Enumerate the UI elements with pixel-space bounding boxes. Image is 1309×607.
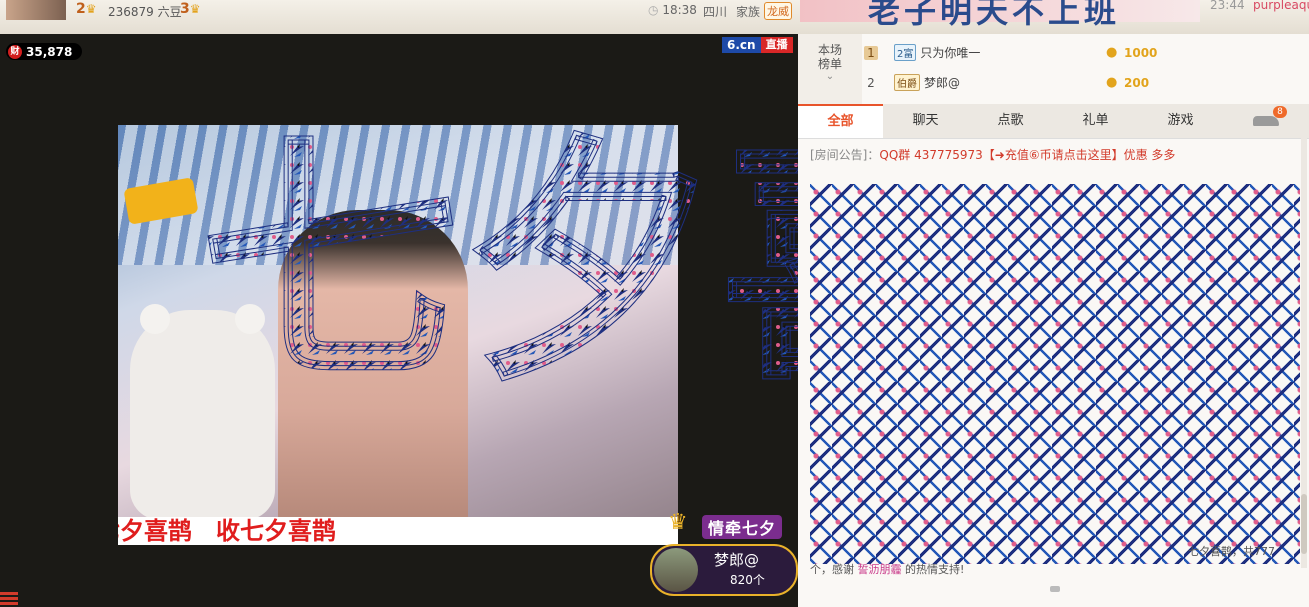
chevron-down-icon: ⌄ — [825, 71, 835, 82]
clock-icon: ◷ — [648, 3, 659, 17]
tab-song[interactable]: 点歌 — [968, 104, 1053, 138]
wealth-badge: 财 35,878 — [6, 43, 83, 60]
rank-tab-label-2: 榜单 — [817, 57, 842, 71]
rank-row[interactable]: 1 2富 只为你唯一 ● 1000 — [862, 38, 1309, 67]
chat-tabs: 全部 聊天 点歌 礼单 游戏 8 — [798, 104, 1309, 139]
tab-all[interactable]: 全部 — [798, 104, 883, 138]
brand-text: 6.cn — [722, 37, 761, 53]
tab-gift-list[interactable]: 礼单 — [1053, 104, 1138, 138]
thanks-suffix: 的热情支持! — [905, 563, 965, 576]
video-ticker: 七夕喜鹊 收七夕喜鹊 — [118, 517, 678, 545]
rank-row[interactable]: 2 伯爵 梦郎@ ● 200 — [862, 68, 1309, 97]
gift-panel: 梦郎@ 820个 — [650, 544, 798, 596]
coin-icon: ● — [1106, 45, 1118, 60]
gifter-avatar — [654, 548, 698, 592]
banner-text: 老子明天不上班 — [868, 0, 1121, 30]
rank-left: 2♛ — [76, 1, 97, 17]
beans-count: 236879 六豆 — [108, 5, 182, 19]
family-label: 家族 — [736, 5, 761, 19]
crown-icon: ♛ — [85, 2, 97, 16]
user-level-badge: 2富 — [894, 44, 917, 61]
rank-user-name: 只为你唯一 — [920, 46, 981, 60]
chat-clock: 23:44 — [1210, 0, 1245, 12]
rank-tab[interactable]: 本场 榜单 ⌄ — [798, 34, 862, 104]
rank-number: 1 — [864, 45, 878, 60]
wealth-icon: 财 — [8, 44, 22, 59]
anchor-avatar[interactable] — [6, 0, 66, 20]
brand-logo[interactable]: 6.cn 直播 — [722, 37, 793, 53]
user-level-badge: 伯爵 — [894, 74, 920, 91]
streamer — [278, 210, 468, 540]
family-badge[interactable]: 龙威 — [764, 2, 792, 20]
notice-text[interactable]: QQ群 437775973【➜充值⑥币请点击这里】优惠 多多 — [879, 148, 1175, 162]
rank-value: 1000 — [1124, 45, 1158, 60]
tab-games[interactable]: 游戏 — [1138, 104, 1223, 138]
thanks-part2: 个，感谢 誓沥朋霾 的热情支持! — [810, 560, 964, 580]
rank-value: 200 — [1124, 75, 1150, 90]
coin-icon: ● — [1106, 75, 1118, 90]
location: 四川 — [703, 5, 728, 19]
teddy-bear — [130, 304, 275, 520]
video-stage: 财 35,878 6.cn 直播 七夕喜鹊 收七夕喜鹊 七夕喜鹊 ♛ 1 情牵七… — [0, 34, 798, 607]
rank-right: 3♛ — [180, 1, 201, 17]
thanks-part1: 七夕喜鹊，共777 — [1188, 545, 1275, 558]
thanks-gifter[interactable]: 誓沥朋霾 — [858, 563, 902, 576]
tab-chat[interactable]: 聊天 — [883, 104, 968, 138]
gift-count: 820个 — [730, 573, 765, 587]
rank-user-name: 梦郎@ — [924, 76, 961, 90]
chat-username[interactable]: purpleaqu — [1253, 0, 1309, 12]
thanks-prefix: 个，感谢 — [810, 563, 854, 576]
live-time: ◷ 18:38 — [648, 3, 697, 17]
gifter-name: 梦郎@ — [714, 551, 760, 569]
chat-scroll-thumb[interactable] — [1301, 494, 1307, 554]
tab-car[interactable]: 8 — [1223, 104, 1308, 138]
crown-icon: ♛ — [189, 2, 201, 16]
resize-handle[interactable] — [1050, 586, 1060, 592]
car-count-badge: 8 — [1273, 106, 1287, 118]
gift-name: 情牵七夕 — [702, 515, 783, 539]
chat-gift-animation — [810, 184, 1300, 564]
wealth-value: 35,878 — [26, 44, 73, 59]
room-notice[interactable]: [房间公告]：QQ群 437775973【➜充值⑥币请点击这里】优惠 多多 — [810, 146, 1175, 163]
side-panel: 本场 榜单 ⌄ 1 2富 只为你唯一 ● 1000 2 伯爵 梦郎@ ● 200 … — [798, 34, 1309, 607]
car-icon — [1252, 116, 1279, 126]
top-info-bar: 2♛ 236879 六豆 3♛ ◷ 18:38 四川 家族 龙威 老子明天不上班… — [0, 0, 1309, 34]
menu-icon[interactable] — [0, 590, 18, 606]
notice-label: [房间公告]： — [810, 148, 880, 162]
video-player[interactable]: 七夕喜鹊 收七夕喜鹊 — [118, 125, 678, 545]
rank-tab-label-1: 本场 — [817, 43, 842, 57]
gift-card[interactable]: ♛ 1 情牵七夕 梦郎@ 820个 — [650, 510, 798, 607]
rank-number: 2 — [867, 75, 875, 90]
live-label: 直播 — [760, 37, 793, 53]
gift-rank: 1 — [676, 514, 683, 525]
